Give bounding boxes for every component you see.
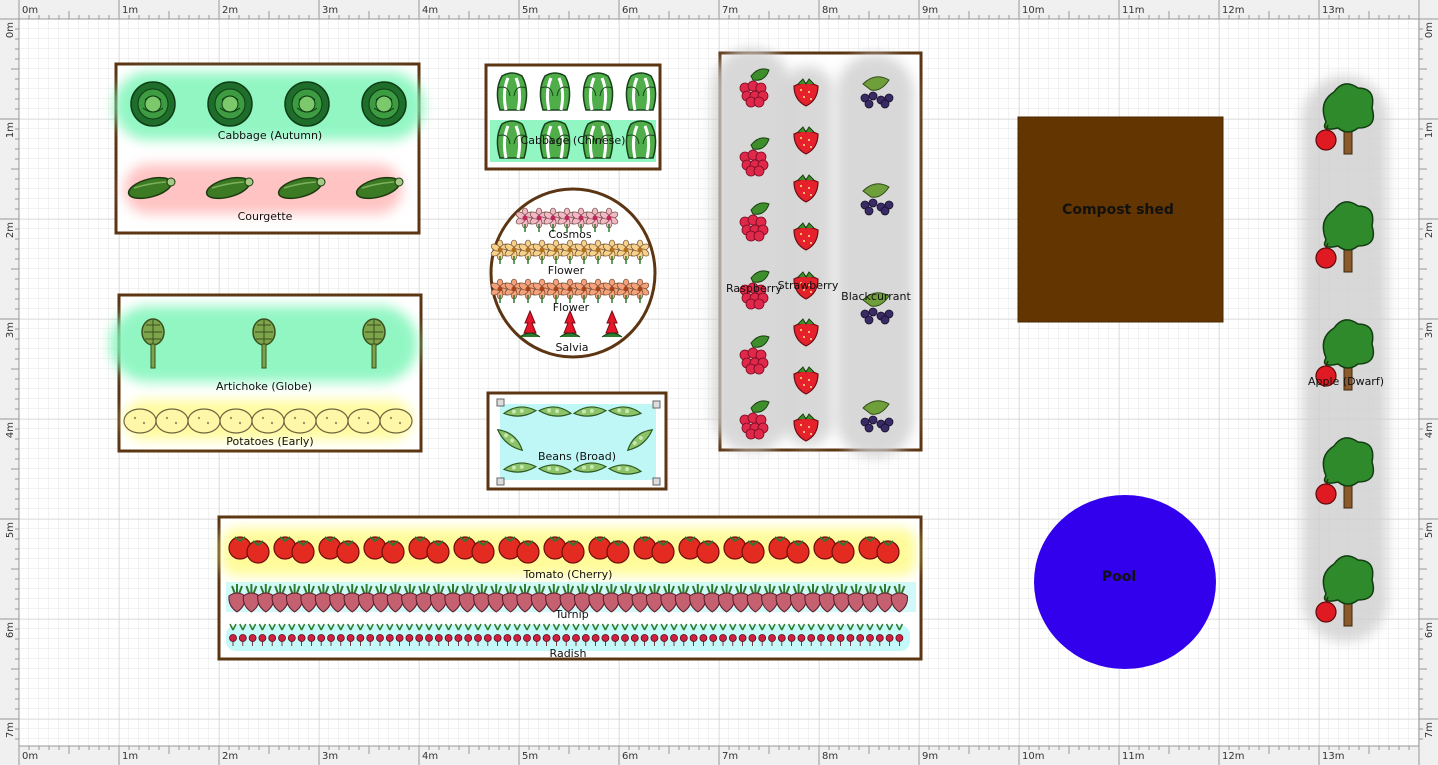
ruler-label-left: 1m [5,122,16,138]
chinese-cabbage-icon [625,72,657,111]
cabbage-plant-icon [284,81,330,127]
plant-label-apple: Apple (Dwarf) [1308,375,1384,388]
bed-cabbage-courgette[interactable]: Cabbage (Autumn) Courgette [114,62,424,235]
plant-label-raspberry: Raspberry [726,282,782,295]
plant-label-radish: Radish [550,647,587,660]
ruler-label-bottom: 1m [122,751,138,762]
ruler-label-top: 2m [222,5,238,16]
bed-artichoke-potatoes[interactable]: Artichoke (Globe) Potatoes (Early) [110,293,423,453]
plant-label-cosmos: Cosmos [548,228,592,241]
ruler-label-left: 6m [5,622,16,638]
bed-tomato-turnip-radish[interactable]: Tomato (Cherry) Turnip Radish [217,515,923,661]
compost-shed-label: Compost shed [1062,202,1174,218]
potato-icon [315,408,349,434]
plant-label-tomato: Tomato (Cherry) [523,568,613,581]
ruler-label-bottom: 10m [1022,751,1044,762]
potato-icon [123,408,157,434]
ruler-label-top: 6m [622,5,638,16]
ruler-label-bottom: 11m [1122,751,1144,762]
chinese-cabbage-icon [496,72,528,111]
ruler-label-right: 1m [1424,122,1435,138]
potato-icon [187,408,221,434]
bed-flowers-round[interactable]: Cosmos Flower Flower Salvia [489,187,657,359]
plant-label-turnip: Turnip [554,608,588,621]
ruler-label-top: 13m [1322,5,1344,16]
plant-label-cabbage-chinese: Cabbage (Chinese) [521,134,626,147]
ruler-label-bottom: 13m [1322,751,1344,762]
ruler-label-bottom: 4m [422,751,438,762]
ruler-label-top: 3m [322,5,338,16]
ruler-label-bottom: 9m [922,751,938,762]
ruler-label-bottom: 8m [822,751,838,762]
ruler-label-top: 5m [522,5,538,16]
apple-row[interactable]: Apple (Dwarf) [1302,76,1388,642]
pool-label: Pool [1102,569,1136,585]
plant-label-artichoke: Artichoke (Globe) [216,380,312,393]
ruler-label-right: 5m [1424,522,1435,538]
ruler-label-right: 6m [1424,622,1435,638]
potato-icon [283,408,317,434]
potato-icon [155,408,189,434]
ruler-label-left: 3m [5,322,16,338]
ruler-label-left: 0m [5,22,16,38]
cabbage-plant-icon [361,81,407,127]
raspberry-band [712,48,792,452]
ruler-label-left: 4m [5,422,16,438]
ruler-label-bottom: 12m [1222,751,1244,762]
ruler-label-top: 11m [1122,5,1144,16]
chinese-cabbage-icon [625,120,657,159]
plant-label-courgette: Courgette [238,210,293,223]
compost-shed[interactable]: Compost shed [1017,116,1224,323]
chinese-cabbage-icon [539,72,571,111]
left-ruler [0,0,20,765]
ruler-label-top: 9m [922,5,938,16]
plant-label-strawberry: Strawberry [778,279,839,292]
ruler-label-top: 10m [1022,5,1044,16]
ruler-label-top: 1m [122,5,138,16]
potato-icon [379,408,413,434]
plant-label-beans: Beans (Broad) [538,450,616,463]
pool[interactable]: Pool [1034,495,1216,669]
ruler-label-top: 0m [22,5,38,16]
garden-planner-canvas[interactable]: 0m 0m 1m 1m 2m 2m 3m 3m 4m 4m 5m 5m 6m 6m 7m 7m 8m 8m 9m 9m… [0,0,1438,765]
plant-label-blackcurrant: Blackcurrant [841,290,911,303]
ruler-label-right: 4m [1424,422,1435,438]
bed-chinese-cabbage[interactable]: Cabbage (Chinese) [484,63,662,171]
ruler-label-left: 7m [5,722,16,738]
bed-fruit[interactable]: Raspberry Strawberry Blackcurrant [712,48,923,458]
plant-label-cabbage-autumn: Cabbage (Autumn) [218,129,322,142]
chinese-cabbage-icon [582,72,614,111]
ruler-label-bottom: 7m [722,751,738,762]
ruler-label-bottom: 0m [22,751,38,762]
ruler-label-top: 8m [822,5,838,16]
ruler-label-right: 0m [1424,22,1435,38]
ruler-label-bottom: 3m [322,751,338,762]
ruler-label-bottom: 2m [222,751,238,762]
cabbage-plant-icon [207,81,253,127]
ruler-label-bottom: 5m [522,751,538,762]
ruler-label-right: 2m [1424,222,1435,238]
plant-label-salvia: Salvia [555,341,588,354]
potato-icon [347,408,381,434]
blackcurrant-band [836,54,914,458]
potato-icon [219,408,253,434]
plant-label-flower-2: Flower [553,301,590,314]
ruler-label-top: 12m [1222,5,1244,16]
ruler-label-top: 7m [722,5,738,16]
plant-label-flower-1: Flower [548,264,585,277]
ruler-label-bottom: 6m [622,751,638,762]
plant-label-potatoes: Potatoes (Early) [226,435,313,448]
ruler-label-right: 3m [1424,322,1435,338]
right-ruler [1418,0,1438,765]
ruler-label-left: 5m [5,522,16,538]
potato-icon [251,408,285,434]
ruler-label-top: 4m [422,5,438,16]
cabbage-plant-icon [130,81,176,127]
ruler-label-right: 7m [1424,722,1435,738]
bed-beans[interactable]: Beans (Broad) [486,391,668,491]
ruler-label-left: 2m [5,222,16,238]
